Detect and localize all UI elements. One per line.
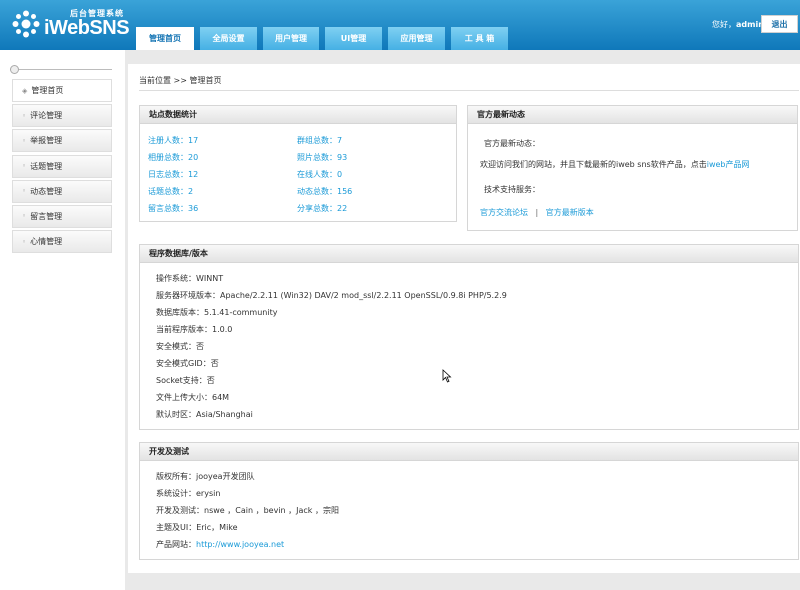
development-panel: 开发及测试 版权所有：jooyea开发团队 系统设计：erysin 开发及测试：… bbox=[139, 442, 799, 560]
tab-home[interactable]: 管理首页 bbox=[136, 27, 194, 50]
bullet-icon: ◦ bbox=[22, 162, 27, 171]
sidebar-item-label: 话题管理 bbox=[30, 161, 63, 171]
tab-global-settings[interactable]: 全局设置 bbox=[200, 27, 257, 50]
sidebar-item-label: 动态管理 bbox=[30, 186, 63, 196]
sidebar-item-label: 留言管理 bbox=[30, 211, 63, 221]
iweb-product-link[interactable]: iweb产品网 bbox=[707, 160, 750, 169]
bullet-icon: ◦ bbox=[22, 111, 27, 120]
username: admin bbox=[736, 20, 764, 29]
panel-title: 官方最新动态 bbox=[468, 106, 797, 124]
news-links: 官方交流论坛 | 官方最新版本 bbox=[480, 207, 594, 218]
env-server: 服务器环境版本：Apache/2.2.11 (Win32) DAV/2 mod_… bbox=[156, 291, 507, 300]
stat-item[interactable]: 分享总数：22 bbox=[297, 203, 347, 214]
stat-item[interactable]: 群组总数：7 bbox=[297, 135, 342, 146]
bullet-icon: ◈ bbox=[22, 86, 28, 95]
stat-item[interactable]: 在线人数：0 bbox=[297, 169, 342, 180]
env-upload-size: 文件上传大小：64M bbox=[156, 393, 230, 402]
env-socket: Socket支持：否 bbox=[156, 376, 215, 385]
stat-item[interactable]: 相册总数：20 bbox=[148, 152, 198, 163]
stat-item[interactable]: 照片总数：93 bbox=[297, 152, 347, 163]
stat-item[interactable]: 注册人数：17 bbox=[148, 135, 198, 146]
stat-item[interactable]: 动态总数：156 bbox=[297, 186, 352, 197]
logout-button[interactable]: 退出 bbox=[761, 15, 798, 33]
dev-ui: 主题及UI：Eric，Mike bbox=[156, 523, 238, 532]
panel-title: 开发及测试 bbox=[140, 443, 798, 461]
dev-copyright: 版权所有：jooyea开发团队 bbox=[156, 472, 255, 481]
stat-item[interactable]: 话题总数：2 bbox=[148, 186, 193, 197]
tab-toolbox[interactable]: 工 具 箱 bbox=[451, 27, 508, 50]
mouse-cursor-icon bbox=[442, 369, 452, 383]
sidebar-item-home[interactable]: ◈ 管理首页 bbox=[12, 79, 112, 102]
panel-title: 程序数据库/版本 bbox=[140, 245, 798, 263]
stat-item[interactable]: 日志总数：12 bbox=[148, 169, 198, 180]
sidebar-item-label: 举报管理 bbox=[30, 136, 63, 146]
breadcrumb-prefix: 当前位置 bbox=[139, 76, 171, 85]
slider-track bbox=[10, 69, 112, 70]
divider bbox=[139, 90, 799, 91]
env-os: 操作系统：WINNT bbox=[156, 274, 224, 283]
slider-knob[interactable] bbox=[10, 65, 19, 74]
news-support-label: 技术支持服务： bbox=[484, 185, 540, 194]
bullet-icon: ◦ bbox=[22, 212, 27, 221]
sidebar-menu: ◈ 管理首页 ◦ 评论管理 ◦ 举报管理 ◦ 话题管理 ◦ 动态管理 ◦ 留言管理 ◦ 心情管… bbox=[12, 79, 112, 255]
greeting-prefix: 您好， bbox=[712, 20, 736, 29]
env-db: 数据库版本：5.1.41-community bbox=[156, 308, 278, 317]
sidebar-item-comments[interactable]: ◦ 评论管理 bbox=[12, 104, 112, 128]
sidebar-item-label: 评论管理 bbox=[30, 111, 63, 121]
sidebar-item-reports[interactable]: ◦ 举报管理 bbox=[12, 129, 112, 153]
bullet-icon: ◦ bbox=[22, 187, 27, 196]
env-timezone: 默认时区：Asia/Shanghai bbox=[156, 410, 253, 419]
sidebar-toggle-slider[interactable] bbox=[10, 65, 112, 74]
tab-app-management[interactable]: 应用管理 bbox=[388, 27, 445, 50]
news-welcome-text: 欢迎访问我们的网站，并且下载最新的iweb sns软件产品，点击 bbox=[480, 160, 707, 169]
official-forum-link[interactable]: 官方交流论坛 bbox=[480, 208, 528, 217]
env-safe-mode: 安全模式：否 bbox=[156, 342, 204, 351]
news-latest-label: 官方最新动态： bbox=[484, 139, 540, 148]
stat-item[interactable]: 留言总数：36 bbox=[148, 203, 198, 214]
site-stats-panel: 站点数据统计 注册人数：17 群组总数：7 相册总数：20 照片总数：93 日志… bbox=[139, 105, 457, 222]
sidebar-item-moods[interactable]: ◦ 心情管理 bbox=[12, 230, 112, 254]
tab-ui-management[interactable]: UI管理 bbox=[325, 27, 382, 50]
latest-version-link[interactable]: 官方最新版本 bbox=[546, 208, 594, 217]
logo-icon bbox=[12, 10, 40, 38]
breadcrumb-current: 管理首页 bbox=[189, 76, 222, 85]
main-nav: 管理首页 全局设置 用户管理 UI管理 应用管理 工 具 箱 bbox=[136, 27, 514, 50]
sidebar-item-messages[interactable]: ◦ 留言管理 bbox=[12, 204, 112, 228]
news-welcome: 欢迎访问我们的网站，并且下载最新的iweb sns软件产品，点击iweb产品网 bbox=[480, 159, 749, 170]
bullet-icon: ◦ bbox=[22, 136, 27, 145]
sidebar-item-topics[interactable]: ◦ 话题管理 bbox=[12, 154, 112, 178]
user-greeting: 您好，admin bbox=[712, 19, 764, 30]
header-bar: 后台管理系统 iWebSNS 管理首页 全局设置 用户管理 UI管理 应用管理 … bbox=[0, 0, 800, 50]
env-safe-mode-gid: 安全模式GID：否 bbox=[156, 359, 219, 368]
breadcrumb-separator: >> bbox=[173, 76, 187, 85]
official-news-panel: 官方最新动态 官方最新动态： 欢迎访问我们的网站，并且下载最新的iweb sns… bbox=[467, 105, 798, 231]
sidebar-item-label: 管理首页 bbox=[31, 86, 64, 95]
dev-website: 产品网站：http://www.jooyea.net bbox=[156, 539, 284, 550]
env-app-version: 当前程序版本：1.0.0 bbox=[156, 325, 233, 334]
environment-panel: 程序数据库/版本 操作系统：WINNT 服务器环境版本：Apache/2.2.1… bbox=[139, 244, 799, 430]
breadcrumb: 当前位置 >> 管理首页 bbox=[139, 75, 222, 86]
sidebar-item-feeds[interactable]: ◦ 动态管理 bbox=[12, 179, 112, 203]
panel-title: 站点数据统计 bbox=[140, 106, 456, 124]
logo-name: iWebSNS bbox=[44, 17, 130, 39]
dev-testing: 开发及测试：nswe ，Cain ，bevin ，Jack ，宗阳 bbox=[156, 506, 339, 515]
dev-design: 系统设计：erysin bbox=[156, 489, 221, 498]
sidebar-item-label: 心情管理 bbox=[30, 237, 63, 247]
website-link[interactable]: http://www.jooyea.net bbox=[196, 540, 284, 549]
website-label: 产品网站： bbox=[156, 540, 196, 549]
tab-user-management[interactable]: 用户管理 bbox=[263, 27, 319, 50]
link-divider: | bbox=[535, 208, 539, 217]
bullet-icon: ◦ bbox=[22, 237, 27, 246]
